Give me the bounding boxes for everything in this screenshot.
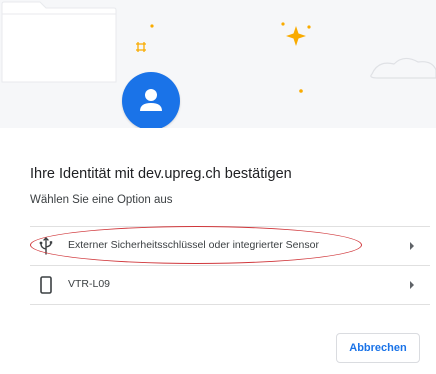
sparkle-icon	[286, 26, 306, 46]
divider	[30, 226, 430, 227]
sparkle-cross-icon	[136, 42, 146, 52]
chevron-right-icon	[410, 242, 414, 250]
sparkle-dot-icon	[307, 25, 311, 29]
dialog-subtitle: Wählen Sie eine Option aus	[30, 194, 173, 206]
folder-icon	[1, 1, 117, 83]
dialog-title: Ihre Identität mit dev.upreg.ch bestätig…	[30, 166, 292, 182]
identity-dialog: Ihre Identität mit dev.upreg.ch bestätig…	[0, 0, 436, 374]
user-icon	[140, 89, 162, 111]
divider	[30, 304, 430, 305]
option-label: Externer Sicherheitsschlüssel oder integ…	[68, 239, 319, 251]
usb-icon	[39, 237, 53, 255]
option-phone[interactable]: VTR-L09	[30, 268, 430, 302]
phone-icon	[40, 276, 52, 294]
avatar	[122, 72, 180, 128]
sparkle-dot-icon	[281, 22, 285, 26]
sparkle-dot-icon	[299, 89, 303, 93]
cancel-button[interactable]: Abbrechen	[336, 333, 420, 363]
chevron-right-icon	[410, 281, 414, 289]
cloud-right-icon	[370, 57, 436, 79]
option-security-key[interactable]: Externer Sicherheitsschlüssel oder integ…	[30, 229, 430, 263]
option-label: VTR-L09	[68, 278, 111, 290]
hero-illustration	[0, 0, 436, 128]
divider	[30, 265, 430, 266]
sparkle-dot-icon	[150, 24, 154, 28]
